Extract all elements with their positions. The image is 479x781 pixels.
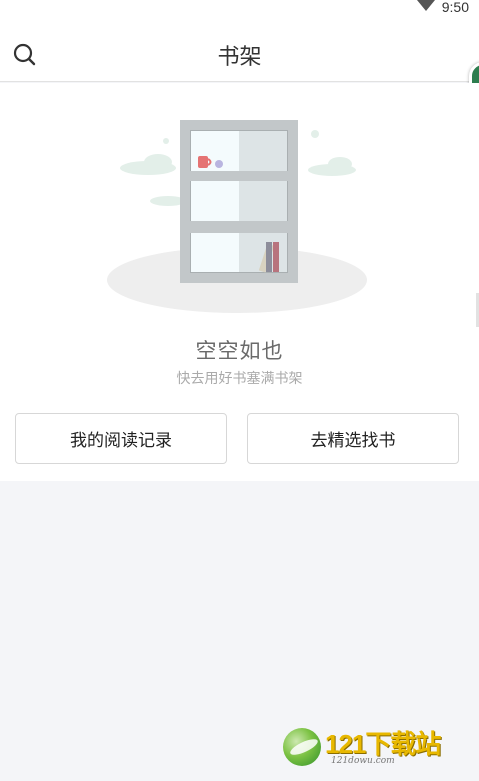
status-time: 9:50 — [441, 0, 469, 15]
empty-state-title: 空空如也 — [195, 339, 284, 363]
watermark-logo: 121下载站 121dowu.com — [283, 722, 463, 772]
reading-history-button[interactable]: 我的阅读记录 — [15, 413, 227, 464]
browse-store-button[interactable]: 去精选找书 — [247, 413, 459, 464]
app-header: 书架 — [0, 26, 479, 102]
wifi-icon — [417, 0, 435, 11]
status-bar: 9:50 — [0, 0, 479, 26]
page-title: 书架 — [217, 45, 262, 70]
watermark-url: 121dowu.com — [331, 756, 395, 766]
empty-shelf-panel: 空空如也 快去用好书塞满书架 我的阅读记录 去精选找书 — [0, 83, 479, 481]
empty-state-subtitle: 快去用好书塞满书架 — [176, 371, 303, 387]
empty-bookshelf-illustration — [107, 120, 367, 313]
